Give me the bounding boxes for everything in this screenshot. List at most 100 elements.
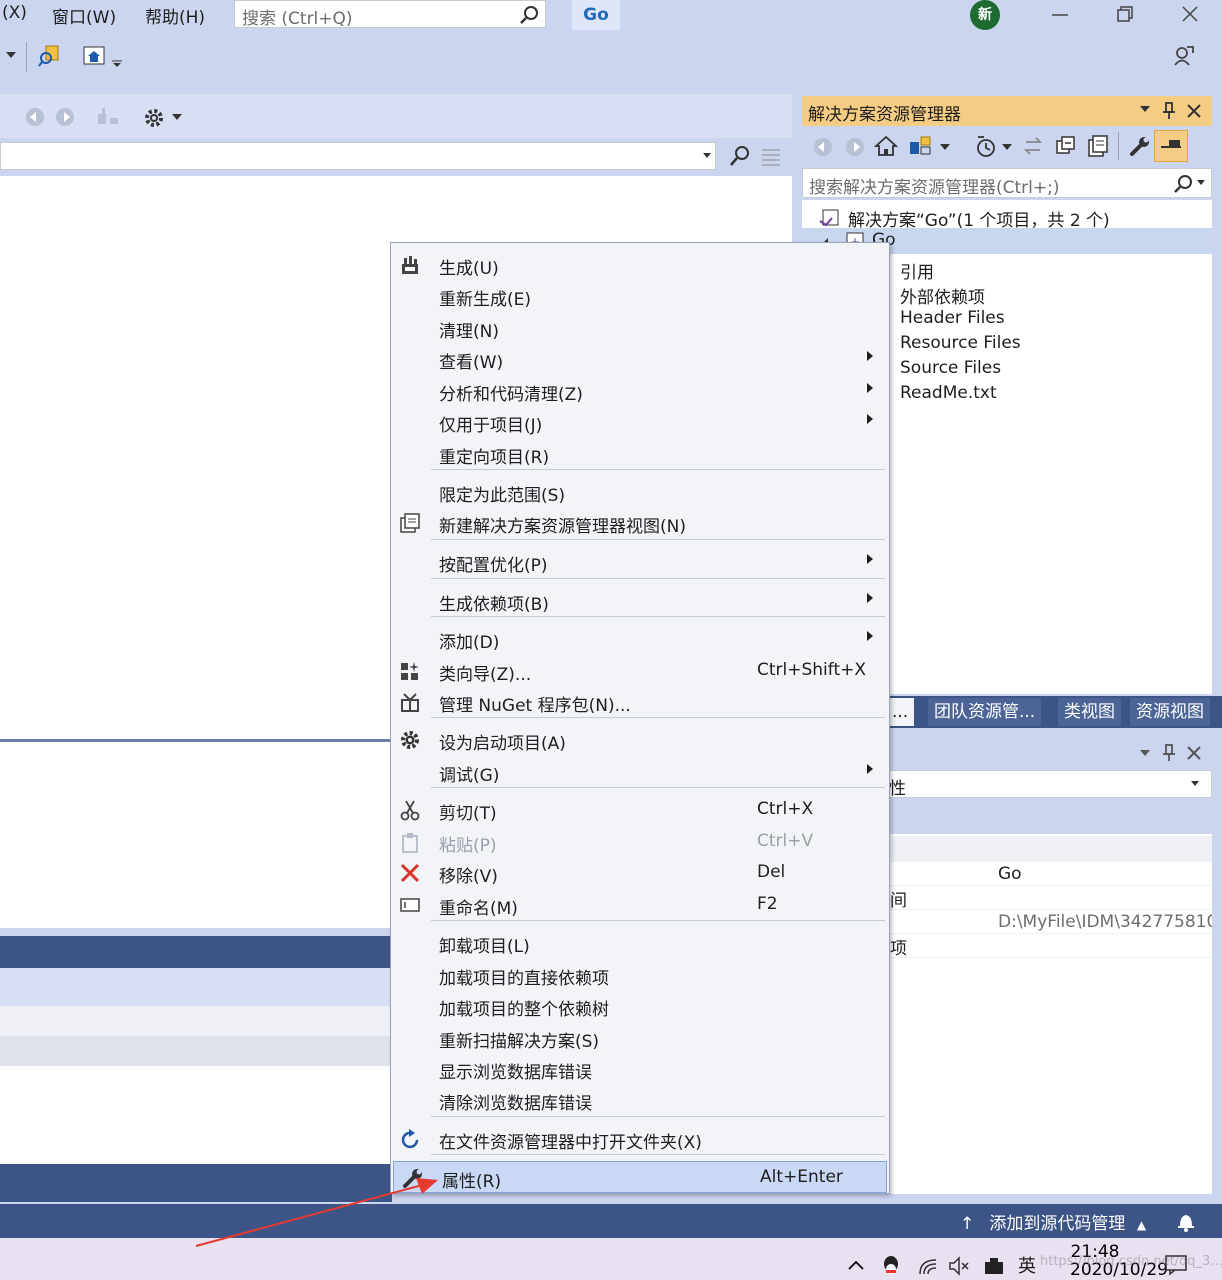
- tree-item-header-files[interactable]: Header Files: [900, 308, 1005, 328]
- wrench-icon[interactable]: [1128, 134, 1152, 158]
- chevron-down-icon[interactable]: [1140, 106, 1152, 116]
- context-menu-item[interactable]: 调试(G): [391, 756, 889, 788]
- solution-explorer-search-input[interactable]: 搜索解决方案资源管理器(Ctrl+;): [802, 168, 1212, 198]
- back-icon[interactable]: [812, 136, 834, 158]
- preview-selected-items-button[interactable]: [1154, 130, 1188, 162]
- context-menu-item-label: 重新扫描解决方案(S): [439, 1032, 600, 1052]
- context-menu-item[interactable]: 设为启动项目(A): [391, 724, 889, 756]
- pin-icon[interactable]: [1162, 744, 1176, 762]
- sync-icon[interactable]: [96, 106, 122, 128]
- forward-icon[interactable]: [844, 136, 866, 158]
- context-menu-item[interactable]: 移除(V) Del: [391, 857, 889, 889]
- context-menu-item[interactable]: 清除浏览数据库错误: [391, 1084, 889, 1116]
- restore-icon[interactable]: [1115, 4, 1135, 24]
- context-menu-item[interactable]: 管理 NuGet 程序包(N)...: [391, 686, 889, 718]
- context-menu-item[interactable]: 查看(W): [391, 343, 889, 375]
- tree-item-external-deps[interactable]: 外部依赖项: [900, 283, 985, 308]
- switch-views-icon[interactable]: [908, 134, 934, 158]
- close-icon[interactable]: [1186, 745, 1202, 761]
- pending-changes-icon[interactable]: [974, 134, 998, 158]
- battery-icon[interactable]: [982, 1256, 1006, 1276]
- chevron-down-icon[interactable]: [112, 60, 122, 68]
- list-icon[interactable]: [760, 146, 782, 168]
- tab-resource-view[interactable]: 资源视图: [1130, 698, 1210, 726]
- tab-class-view[interactable]: 类视图: [1058, 698, 1121, 726]
- context-menu-item-label: 类向导(Z)...: [439, 665, 532, 685]
- chevron-down-icon[interactable]: [6, 52, 18, 60]
- minimize-icon[interactable]: [1050, 6, 1070, 24]
- close-icon[interactable]: [1186, 103, 1202, 119]
- properties-object-label: 性: [889, 779, 906, 799]
- context-menu-item[interactable]: 显示浏览数据库错误: [391, 1053, 889, 1085]
- context-menu-item[interactable]: 在文件资源管理器中打开文件夹(X): [391, 1123, 889, 1155]
- context-menu-item[interactable]: 按配置优化(P): [391, 546, 889, 578]
- sync-active-icon[interactable]: [1022, 134, 1044, 158]
- context-menu-item[interactable]: 清理(N): [391, 312, 889, 344]
- back-icon[interactable]: [24, 106, 46, 128]
- remove-icon: [399, 862, 423, 884]
- menu-item-x[interactable]: (X): [2, 3, 27, 23]
- context-menu-item[interactable]: 分析和代码清理(Z): [391, 375, 889, 407]
- search-input[interactable]: 搜索 (Ctrl+Q): [234, 0, 546, 29]
- tree-row-solution[interactable]: 解决方案“Go”(1 个项目，共 2 个): [802, 204, 1212, 231]
- ime-indicator[interactable]: 英: [1018, 1252, 1036, 1278]
- context-menu-item-label: 设为启动项目(A): [439, 734, 566, 754]
- context-menu-item-label: 剪切(T): [439, 804, 497, 824]
- gear-icon[interactable]: [142, 106, 166, 130]
- context-menu-item[interactable]: 加载项目的直接依赖项: [391, 959, 889, 991]
- navigation-dropdown[interactable]: [0, 142, 716, 170]
- context-menu-item[interactable]: 加载项目的整个依赖树: [391, 990, 889, 1022]
- context-menu-item-shortcut: Alt+Enter: [760, 1167, 843, 1187]
- context-menu-item-label: 查看(W): [439, 353, 504, 373]
- context-menu-item[interactable]: 剪切(T) Ctrl+X: [391, 794, 889, 826]
- context-menu-item[interactable]: 卸载项目(L): [391, 927, 889, 959]
- solution-name-badge[interactable]: Go: [572, 0, 620, 30]
- forward-icon[interactable]: [54, 106, 76, 128]
- tree-item-source-files[interactable]: Source Files: [900, 358, 1001, 378]
- solution-explorer-title-bar[interactable]: 解决方案资源管理器: [802, 96, 1212, 126]
- source-control-button[interactable]: ↑ 添加到源代码管理 ▲: [960, 1209, 1146, 1234]
- tree-item-references[interactable]: 引用: [900, 258, 934, 283]
- context-menu-item[interactable]: 限定为此范围(S): [391, 476, 889, 508]
- notifications-icon[interactable]: [1164, 1254, 1188, 1276]
- tree-item-readme[interactable]: ReadMe.txt: [900, 383, 997, 403]
- chevron-down-icon[interactable]: [1197, 180, 1205, 186]
- pin-icon[interactable]: [1162, 102, 1176, 120]
- menu-item-window[interactable]: 窗口(W): [52, 3, 116, 28]
- avatar[interactable]: 新: [970, 0, 1000, 30]
- context-menu-item[interactable]: 重新扫描解决方案(S): [391, 1022, 889, 1054]
- chevron-down-icon[interactable]: [172, 114, 182, 122]
- collapse-all-icon[interactable]: [1054, 134, 1078, 158]
- menu-item-help[interactable]: 帮助(H): [145, 3, 205, 28]
- show-all-files-icon[interactable]: [1086, 134, 1110, 158]
- search-icon[interactable]: [728, 144, 752, 168]
- context-menu-item[interactable]: 类向导(Z)... Ctrl+Shift+X: [391, 655, 889, 687]
- context-menu-item: 粘贴(P) Ctrl+V: [391, 826, 889, 858]
- context-menu-item[interactable]: 生成(U): [391, 249, 889, 281]
- context-menu-item[interactable]: 添加(D): [391, 623, 889, 655]
- start-page-icon[interactable]: [82, 44, 106, 68]
- volume-mute-icon[interactable]: [948, 1256, 970, 1276]
- chevron-down-icon[interactable]: [1140, 750, 1152, 760]
- live-share-icon[interactable]: [1172, 44, 1196, 68]
- context-menu-item[interactable]: 新建解决方案资源管理器视图(N): [391, 507, 889, 539]
- chevron-up-icon[interactable]: [848, 1260, 864, 1270]
- tab-solution-explorer[interactable]: ...: [886, 698, 915, 726]
- wifi-icon[interactable]: [918, 1256, 940, 1276]
- tree-item-resource-files[interactable]: Resource Files: [900, 333, 1021, 353]
- context-menu-item[interactable]: 重定向项目(R): [391, 438, 889, 470]
- chevron-down-icon[interactable]: [1002, 144, 1012, 152]
- bell-icon[interactable]: [1176, 1210, 1196, 1232]
- tab-team-explorer[interactable]: 团队资源管...: [928, 698, 1042, 726]
- context-menu-item[interactable]: 仅用于项目(J): [391, 406, 889, 438]
- context-menu-item[interactable]: 属性(R) Alt+Enter: [393, 1161, 887, 1193]
- qq-icon[interactable]: [880, 1254, 902, 1278]
- context-menu-item[interactable]: 生成依赖项(B): [391, 585, 889, 617]
- context-menu-item[interactable]: 重新生成(E): [391, 280, 889, 312]
- chevron-down-icon[interactable]: [940, 144, 950, 152]
- main-toolbar: [0, 30, 1222, 84]
- close-icon[interactable]: [1180, 4, 1200, 24]
- find-in-files-icon[interactable]: [38, 44, 62, 68]
- context-menu-item[interactable]: 重命名(M) F2: [391, 889, 889, 921]
- home-icon[interactable]: [874, 134, 898, 158]
